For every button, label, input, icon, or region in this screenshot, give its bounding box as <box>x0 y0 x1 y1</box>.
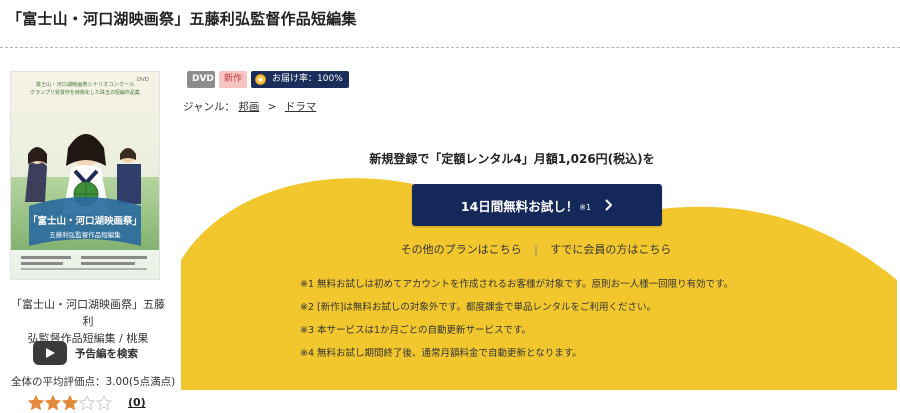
cover-top-text-2: グランプリ受賞作を映像化した珠玉の短編作品集 <box>30 89 140 96</box>
note-3: ※3 本サービスは1か月ごとの自動更新サービスです。 <box>300 325 532 336</box>
free-trial-label[interactable]: 14日間無料お試し！ <box>461 196 578 215</box>
badge-row: DVD 新作 お届け率：100% <box>187 71 349 88</box>
cover-title-1: 「富士山・河口湖映画祭」 <box>28 215 142 227</box>
chevron-right-icon <box>605 199 613 211</box>
star-filled-icon <box>45 395 61 411</box>
delivery-rate-badge: お届け率：100% <box>251 71 349 88</box>
cover-title-2: 五藤利弘監督作品短編集 <box>49 230 121 239</box>
trailer-search-button[interactable]: 予告編を検索 <box>33 341 138 365</box>
format-badge: DVD <box>187 71 215 88</box>
note-2: ※2 [新作]は無料お試しの対象外です。都度課金で単品レンタルをご利用ください。 <box>300 302 656 313</box>
breadcrumb-separator: > <box>267 101 277 113</box>
star-filled-icon <box>62 395 78 411</box>
cover-top-text-1: 富士山・河口湖映画祭シナリオコンクール <box>36 80 135 88</box>
coin-icon <box>255 74 266 85</box>
notes-list: ※1 無料お試しは初めてアカウントを作成されるお客様が対象です。原則お一人様一回… <box>300 277 733 369</box>
member-login-link[interactable]: すでに会員の方はこちら <box>550 243 671 256</box>
other-plans-link[interactable]: その他のプランはこちら <box>401 243 522 256</box>
star-filled-icon <box>28 395 44 411</box>
free-trial-button[interactable]: 14日間無料お試し！ ※1 <box>412 184 662 226</box>
plan-links: その他のプランはこちら | すでに会員の方はこちら <box>336 241 736 257</box>
cover-image[interactable]: 富士山・河口湖映画祭シナリオコンクール グランプリ受賞作を映像化した珠玉の短編作… <box>10 71 160 280</box>
item-title: 「富士山・河口湖映画祭」五藤利 弘監督作品短編集 / 桃果 <box>8 296 168 347</box>
page-title: 「富士山・河口湖映画祭」五藤利弘監督作品短編集 <box>7 10 357 28</box>
offer-headline: 新規登録で「定額レンタル4」月額1,026円(税込)を <box>369 152 655 166</box>
note-1: ※1 無料お試しは初めてアカウントを作成されるお客様が対象です。原則お一人様一回… <box>300 279 734 290</box>
play-icon[interactable] <box>33 341 67 365</box>
genre-breadcrumb: ジャンル： 邦画 > ドラマ <box>183 99 316 114</box>
delivery-rate-text: お届け率：100% <box>272 74 343 84</box>
cover-dvd-label: DVD <box>137 77 149 83</box>
genre-link-houga[interactable]: 邦画 <box>238 101 259 113</box>
free-trial-footnote: ※1 <box>579 203 592 212</box>
new-release-badge: 新作 <box>219 71 248 88</box>
rating-stars <box>28 395 113 411</box>
genre-label: ジャンル： <box>183 101 235 113</box>
star-empty-icon <box>79 395 95 411</box>
genre-link-drama[interactable]: ドラマ <box>285 101 317 113</box>
link-divider: | <box>534 243 538 256</box>
review-count-link[interactable]: (0) <box>128 396 146 409</box>
trailer-search-label[interactable]: 予告編を検索 <box>75 346 138 361</box>
note-4: ※4 無料お試し期間終了後、通常月額料金で自動更新となります。 <box>300 348 582 359</box>
item-title-line1: 「富士山・河口湖映画祭」五藤利 <box>11 298 165 328</box>
title-divider <box>0 47 900 48</box>
star-empty-icon <box>96 395 112 411</box>
average-rating-text: 全体の平均評価点：3.00(5点満点) <box>11 376 176 388</box>
